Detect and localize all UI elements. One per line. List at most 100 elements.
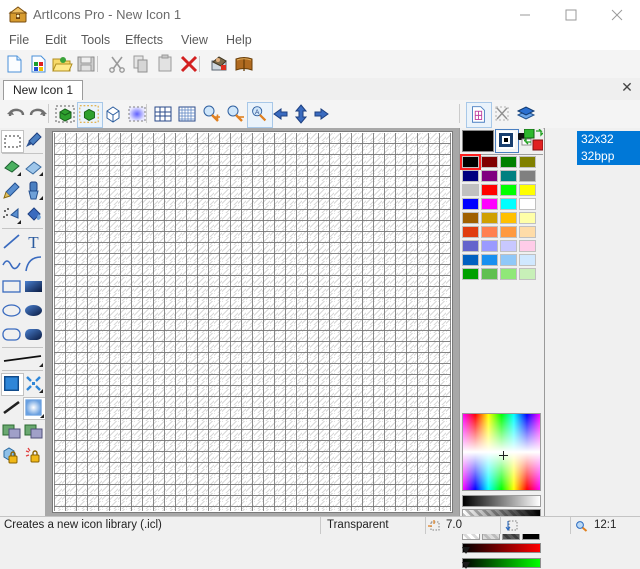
menu-file[interactable]: File <box>6 31 32 49</box>
overlap-squares-icon[interactable] <box>1 421 22 442</box>
line-width-icon[interactable] <box>1 350 44 368</box>
grid-icon[interactable] <box>151 102 175 126</box>
color-swatch[interactable] <box>500 240 517 252</box>
color-swatch[interactable] <box>500 170 517 182</box>
new-document-icon[interactable] <box>3 53 25 75</box>
color-swatch[interactable] <box>500 268 517 280</box>
new-library-icon[interactable] <box>27 53 49 75</box>
close-button[interactable] <box>594 0 640 30</box>
line-icon[interactable] <box>1 231 22 252</box>
rect-filled-icon[interactable] <box>23 276 44 297</box>
color-swatch[interactable] <box>462 240 479 252</box>
magnifier-plus-icon[interactable] <box>199 102 223 126</box>
book-icon[interactable] <box>233 53 255 75</box>
ellipse-outline-icon[interactable] <box>1 300 22 321</box>
rect-outline-icon[interactable] <box>1 276 22 297</box>
icon-canvas[interactable] <box>52 131 453 513</box>
undo-arrow-icon[interactable] <box>3 102 27 126</box>
color-swatch[interactable] <box>462 198 479 210</box>
green-slider[interactable] <box>462 558 541 568</box>
tool-options-corner[interactable] <box>17 220 21 224</box>
cube-lock-icon[interactable] <box>1 445 22 466</box>
color-swatch[interactable] <box>519 170 536 182</box>
copy-icon[interactable] <box>130 53 152 75</box>
rounded-rect-filled-icon[interactable] <box>23 324 44 345</box>
color-swatch[interactable] <box>481 226 498 238</box>
arc-icon[interactable] <box>23 253 44 274</box>
diagonal-stroke-icon[interactable] <box>1 397 22 418</box>
green-slider-thumb[interactable] <box>462 562 470 569</box>
color-swatch[interactable] <box>462 184 479 196</box>
arrow-right-icon[interactable] <box>311 102 335 126</box>
color-swatch[interactable] <box>519 240 536 252</box>
blue-square-icon[interactable] <box>1 373 24 396</box>
color-swatch[interactable] <box>462 212 479 224</box>
scissors-icon[interactable] <box>106 53 128 75</box>
color-swatch[interactable] <box>500 212 517 224</box>
rounded-rect-outline-icon[interactable] <box>1 324 22 345</box>
tool-options-corner[interactable] <box>17 172 21 176</box>
green-cube-select-icon[interactable] <box>53 102 77 126</box>
color-swatch[interactable] <box>481 184 498 196</box>
explorer-icon[interactable] <box>209 53 231 75</box>
paint-bucket-icon[interactable] <box>23 204 44 225</box>
blue-eraser-icon[interactable] <box>23 156 44 177</box>
menu-edit[interactable]: Edit <box>42 31 70 49</box>
open-folder-icon[interactable] <box>51 53 73 75</box>
maximize-button[interactable] <box>548 0 594 30</box>
fine-grid-icon[interactable] <box>175 102 199 126</box>
menu-effects[interactable]: Effects <box>122 31 166 49</box>
color-swatch[interactable] <box>462 268 479 280</box>
menu-tools[interactable]: Tools <box>78 31 113 49</box>
canvas-horizontal-scrollbar[interactable] <box>45 506 459 516</box>
close-icon[interactable]: ✕ <box>620 81 634 95</box>
foreground-color-swatch[interactable] <box>462 130 494 152</box>
background-color-swatch[interactable] <box>495 129 519 153</box>
arrow-updown-icon[interactable] <box>290 102 312 126</box>
wave-curve-icon[interactable] <box>1 253 22 274</box>
color-swatch[interactable] <box>519 226 536 238</box>
color-swatch[interactable] <box>481 170 498 182</box>
menu-help[interactable]: Help <box>223 31 255 49</box>
pencil-icon[interactable] <box>1 180 22 201</box>
scatter-dots-icon[interactable] <box>23 373 44 394</box>
color-swatch[interactable] <box>519 212 536 224</box>
color-swatch[interactable] <box>500 184 517 196</box>
color-swatch[interactable] <box>481 254 498 266</box>
color-swatch[interactable] <box>519 156 536 168</box>
color-swatch[interactable] <box>519 198 536 210</box>
color-swatch[interactable] <box>500 254 517 266</box>
tool-options-corner[interactable] <box>39 389 43 393</box>
eyedropper-icon[interactable] <box>23 130 44 151</box>
gradient-square-icon[interactable] <box>23 397 46 420</box>
paste-icon[interactable] <box>154 53 176 75</box>
tab-new-icon-1[interactable]: New Icon 1 <box>3 80 83 102</box>
paintbrush-icon[interactable] <box>23 180 44 201</box>
color-swatch[interactable] <box>519 184 536 196</box>
green-cube-edit-icon[interactable] <box>77 102 103 128</box>
swap-colors-icon[interactable] <box>524 129 543 154</box>
delete-format-icon[interactable] <box>490 102 514 126</box>
grayscale-gradient-bar[interactable] <box>462 495 541 507</box>
hsv-color-field[interactable] <box>462 413 541 491</box>
color-swatch[interactable] <box>481 198 498 210</box>
canvas-area[interactable] <box>45 128 460 516</box>
overlap-squares-alt-icon[interactable] <box>23 421 44 442</box>
tool-options-corner[interactable] <box>40 414 44 418</box>
text-t-icon[interactable]: T <box>23 231 44 252</box>
color-swatch[interactable] <box>462 156 479 168</box>
color-swatch[interactable] <box>481 156 498 168</box>
icon-formats-pane[interactable]: 32x32 32bpp <box>544 128 640 516</box>
color-swatch[interactable] <box>481 240 498 252</box>
layers-icon[interactable] <box>514 102 538 126</box>
color-swatch[interactable] <box>462 226 479 238</box>
save-disk-icon[interactable] <box>75 53 97 75</box>
tool-options-corner[interactable] <box>39 196 43 200</box>
rectangle-select-tool[interactable] <box>1 130 24 153</box>
magnifier-minus-icon[interactable] <box>223 102 247 126</box>
tool-options-corner[interactable] <box>39 172 43 176</box>
color-swatch[interactable] <box>500 198 517 210</box>
cube-3d-icon[interactable] <box>101 102 125 126</box>
red-slider[interactable] <box>462 543 541 553</box>
airbrush-icon[interactable] <box>1 204 22 225</box>
